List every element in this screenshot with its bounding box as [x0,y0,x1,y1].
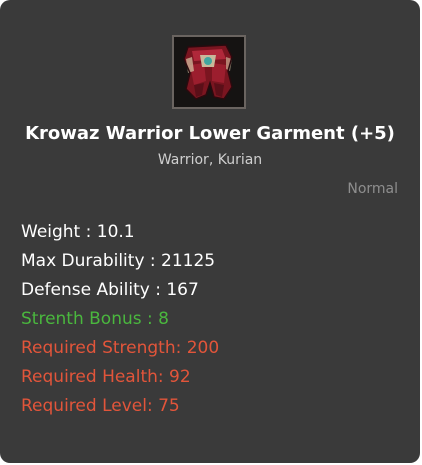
requirement-health: Required Health: 92 [21,367,191,387]
item-icon-frame [172,35,246,109]
stat-strength-bonus: Strenth Bonus : 8 [21,309,169,329]
item-grade: Normal [347,181,398,197]
requirement-level: Required Level: 75 [21,396,180,416]
item-classes: Warrior, Kurian [157,152,263,168]
stat-defense-ability: Defense Ability : 167 [21,280,199,300]
stat-max-durability: Max Durability : 21125 [21,251,216,271]
item-name: Krowaz Warrior Lower Garment (+5) [25,123,395,144]
item-tooltip: Krowaz Warrior Lower Garment (+5) Warrio… [0,0,420,463]
stats-list: Weight : 10.1 Max Durability : 21125 Def… [21,218,219,421]
stat-weight: Weight : 10.1 [21,222,135,242]
requirement-strength: Required Strength: 200 [21,338,220,358]
armor-lower-garment-icon [174,37,244,107]
